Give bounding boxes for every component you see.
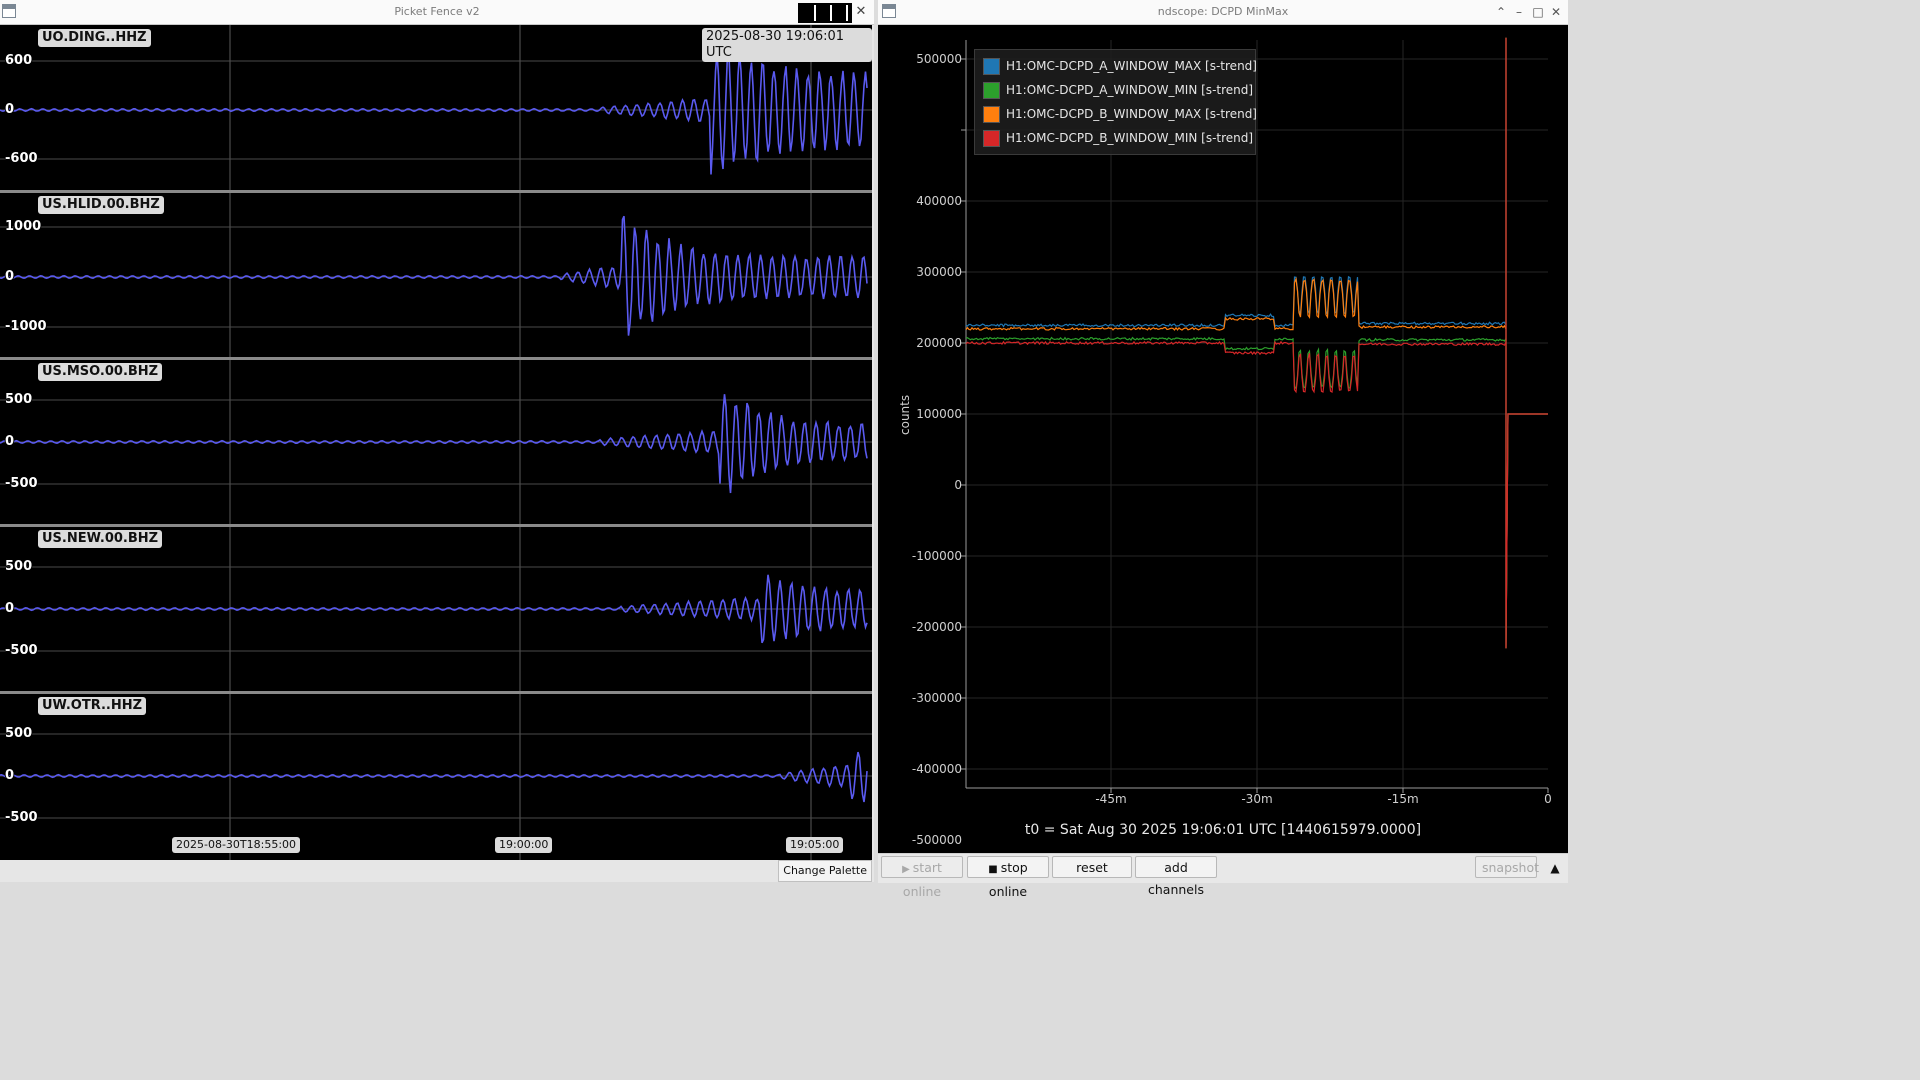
add-channels-button[interactable]: add channels (1135, 856, 1217, 897)
chevron-up-icon[interactable]: ⌃ (1492, 2, 1510, 22)
y-tick-label: 0 (5, 768, 15, 783)
trend-plot-area: counts 500000 400000 300000 200000 10000… (878, 25, 1568, 853)
legend-item[interactable]: H1:OMC-DCPD_B_WINDOW_MIN [s-trend] (983, 128, 1253, 148)
channel-label: UO.DING..HHZ (38, 29, 151, 47)
y-tick-label: 200000 (916, 336, 962, 350)
y-tick-label: 600 (5, 53, 33, 68)
y-tick-label: 500 (5, 392, 33, 407)
y-tick-label: 100000 (916, 407, 962, 421)
reset-button[interactable]: reset (1052, 856, 1132, 878)
x-tick-label: 19:00:00 (495, 837, 553, 853)
legend-item[interactable]: H1:OMC-DCPD_A_WINDOW_MAX [s-trend] (983, 56, 1257, 76)
window-title: ndscope: DCPD MinMax (1157, 5, 1289, 18)
x-tick-label: -15m (1387, 792, 1419, 806)
x-tick-label: -30m (1241, 792, 1273, 806)
y-tick-label: 1000 (5, 219, 42, 234)
close-icon[interactable]: ✕ (1547, 2, 1565, 22)
y-tick-label: -600 (5, 151, 38, 166)
panel-separator (0, 190, 872, 193)
y-tick-label: 500 (5, 559, 33, 574)
y-tick-label: 0 (5, 601, 15, 616)
legend-swatch (983, 130, 1000, 147)
control-bar: ▶ start online ■ stop online reset add cha… (878, 853, 1568, 899)
title-bar: Picket Fence v2 ✕ (0, 0, 874, 25)
y-tick-label: -100000 (911, 549, 962, 563)
seismogram-trace (0, 574, 868, 644)
window-title: Picket Fence v2 (394, 5, 480, 18)
legend-swatch (983, 106, 1000, 123)
collapse-icon[interactable]: ▲ (1546, 858, 1564, 878)
x-tick-label: 2025-08-30T18:55:00 (172, 837, 301, 853)
t0-readout: t0 = Sat Aug 30 2025 19:06:01 UTC [14406… (1024, 822, 1422, 838)
legend-label: H1:OMC-DCPD_A_WINDOW_MAX [s-trend] (1006, 59, 1257, 73)
utc-timestamp: 2025-08-30 19:06:01 UTC (702, 28, 872, 62)
stop-online-button[interactable]: ■ stop online (967, 856, 1049, 899)
y-tick-label: 0 (954, 478, 962, 492)
play-icon: ▶ (902, 864, 910, 875)
y-tick-label: 500000 (916, 52, 962, 66)
snapshot-button[interactable]: snapshot (1475, 856, 1539, 878)
minimize-icon[interactable]: – (1510, 2, 1528, 22)
seismogram-trace (0, 52, 868, 175)
title-bar: ndscope: DCPD MinMax ⌃ – □ ✕ (878, 0, 1568, 25)
start-online-button[interactable]: ▶ start online (881, 856, 963, 899)
legend-label: H1:OMC-DCPD_B_WINDOW_MIN [s-trend] (1006, 131, 1254, 145)
y-tick-label: -400000 (911, 762, 962, 776)
y-tick-label: -500 (5, 643, 38, 658)
legend-swatch (983, 82, 1000, 99)
y-tick-label: -500 (5, 810, 38, 825)
legend: H1:OMC-DCPD_A_WINDOW_MAX [s-trend] H1:OM… (974, 49, 1257, 155)
channel-label: UW.OTR..HHZ (38, 697, 147, 715)
change-palette-button[interactable]: Change Palette (778, 860, 872, 882)
seismogram-plot-area: UO.DING..HHZ US.HLID.00.BHZ US.MSO.00.BH… (0, 25, 872, 860)
legend-item[interactable]: H1:OMC-DCPD_B_WINDOW_MAX [s-trend] (983, 104, 1257, 124)
legend-label: H1:OMC-DCPD_A_WINDOW_MIN [s-trend] (1006, 83, 1254, 97)
x-tick-label: -45m (1095, 792, 1127, 806)
panel-separator (0, 691, 872, 694)
y-tick-label: 0 (5, 434, 15, 449)
y-tick-label: -300000 (911, 691, 962, 705)
y-tick-label: 0 (5, 102, 15, 117)
stop-icon: ■ (988, 864, 998, 875)
picket-fence-window: Picket Fence v2 ✕ UO.DING..HHZ US.HLID.0… (0, 0, 874, 882)
panel-separator (0, 524, 872, 527)
seismogram-trace (0, 751, 868, 803)
legend-item[interactable]: H1:OMC-DCPD_A_WINDOW_MIN [s-trend] (983, 80, 1253, 100)
legend-swatch (983, 58, 1000, 75)
seismogram-trace (0, 394, 868, 494)
channel-label: US.MSO.00.BHZ (38, 363, 163, 381)
x-tick-label: 0 (1544, 792, 1552, 806)
ndscope-window: ndscope: DCPD MinMax ⌃ – □ ✕ counts 5000… (878, 0, 1568, 899)
y-tick-label: -1000 (5, 319, 47, 334)
panel-separator (0, 357, 872, 360)
channel-label: US.HLID.00.BHZ (38, 196, 164, 214)
legend-label: H1:OMC-DCPD_B_WINDOW_MAX [s-trend] (1006, 107, 1257, 121)
channel-label: US.NEW.00.BHZ (38, 530, 163, 548)
titlebar-glyph-block (798, 3, 852, 23)
close-icon[interactable]: ✕ (852, 2, 870, 22)
y-tick-label: -200000 (911, 620, 962, 634)
y-tick-label: -500 (5, 476, 38, 491)
y-tick-label: 0 (5, 269, 15, 284)
seismogram-canvas (0, 25, 872, 860)
y-tick-label: 500 (5, 726, 33, 741)
bottom-bar: Change Palette (0, 860, 874, 882)
x-tick-label: 19:05:00 (786, 837, 844, 853)
seismogram-trace (0, 215, 868, 336)
y-tick-label: 300000 (916, 265, 962, 279)
y-tick-label: 400000 (916, 194, 962, 208)
maximize-icon[interactable]: □ (1529, 2, 1547, 22)
